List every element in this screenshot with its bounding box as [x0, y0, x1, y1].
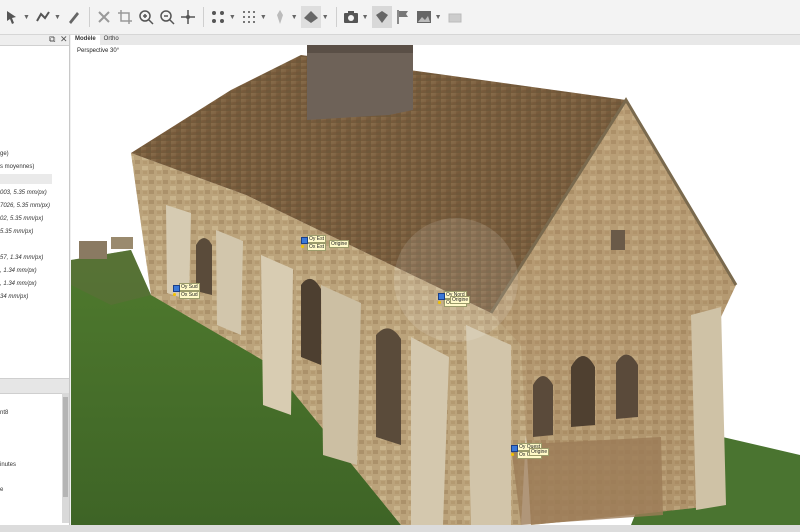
panel-scrollbar[interactable]: [62, 393, 69, 523]
tie-icon[interactable]: [270, 6, 290, 28]
select-icon[interactable]: [2, 6, 22, 28]
move-icon[interactable]: [178, 6, 198, 28]
chevron-down-icon[interactable]: ▼: [54, 14, 61, 21]
scrollbar-thumb[interactable]: [63, 397, 68, 497]
polyline-icon[interactable]: [33, 6, 53, 28]
chevron-down-icon[interactable]: ▼: [291, 14, 298, 21]
marker-pin-icon: [301, 245, 304, 248]
panel-icon[interactable]: [445, 6, 465, 28]
tab-ortho[interactable]: Ortho: [100, 35, 123, 45]
panel-field[interactable]: [0, 174, 52, 184]
zoom-in-icon[interactable]: [136, 6, 156, 28]
marker-icon[interactable]: [371, 6, 392, 28]
chevron-down-icon[interactable]: ▼: [435, 14, 442, 21]
panel-text-line: e: [0, 487, 4, 493]
marker-group-ouest[interactable]: Oy Ouest Ox Ouest Origine: [511, 443, 550, 459]
flag-icon[interactable]: [393, 6, 413, 28]
marker-label: Origine: [450, 296, 471, 304]
flag-icon: [511, 445, 518, 452]
marker-label: Ox Est: [307, 243, 327, 251]
marker-label: Oy Est: [307, 235, 327, 243]
flag-icon: [438, 293, 445, 300]
panel-header: ⧉ ✕: [0, 35, 69, 46]
panel-section-header: [0, 378, 69, 394]
marker-label: Ox Sud: [179, 291, 200, 299]
crop-icon[interactable]: [115, 6, 135, 28]
panel-text-line: 003, 5.35 mm/px): [0, 190, 47, 196]
zoom-out-icon[interactable]: [157, 6, 177, 28]
chevron-down-icon[interactable]: ▼: [322, 14, 329, 21]
status-bar: [0, 525, 800, 532]
marker-pin-icon: [173, 293, 176, 296]
undock-icon[interactable]: ⧉: [49, 35, 55, 45]
camera-icon[interactable]: [341, 6, 361, 28]
panel-text-line: 7026, 5.35 mm/px): [0, 203, 51, 209]
panel-text-line: , 1.34 mm/px): [0, 268, 37, 274]
grid-icon[interactable]: [239, 6, 259, 28]
close-icon[interactable]: [94, 6, 114, 28]
panel-text-line: nt8: [0, 410, 9, 416]
marker-group-est[interactable]: Oy Est Ox Est Origine: [301, 235, 350, 251]
chevron-down-icon[interactable]: ▼: [23, 14, 30, 21]
panel-text-line: 34 mm/px): [0, 294, 29, 300]
marker-label: Oy Sud: [179, 283, 200, 291]
marker-pin-icon: [511, 453, 514, 456]
3d-viewport[interactable]: Perspective 30° Oy Est Ox Est Origine Oy…: [71, 45, 800, 525]
toolbar-divider: [202, 7, 204, 27]
chevron-down-icon[interactable]: ▼: [260, 14, 267, 21]
marker-pin-icon: [438, 301, 441, 304]
marker-group-sud[interactable]: Oy Sud Ox Sud: [173, 283, 200, 299]
panel-text-line: ge): [0, 151, 9, 157]
panel-text-line: 02, 5.35 mm/px): [0, 216, 44, 222]
tab-modele[interactable]: Modèle: [71, 35, 100, 45]
panel-text-line: inutes: [0, 462, 17, 468]
image-icon[interactable]: [414, 6, 434, 28]
toolbar-divider: [88, 7, 90, 27]
main-toolbar: ▼ ▼ ▼ ▼ ▼ ▼ ▼ ▼: [0, 0, 800, 35]
mesh-icon[interactable]: [300, 6, 321, 28]
chevron-down-icon[interactable]: ▼: [362, 14, 369, 21]
panel-text-line: s moyennes): [0, 164, 35, 170]
flag-icon: [301, 237, 308, 244]
chevron-down-icon[interactable]: ▼: [229, 14, 236, 21]
points-icon[interactable]: [208, 6, 228, 28]
draw-icon[interactable]: [64, 6, 84, 28]
flag-icon: [173, 285, 180, 292]
panel-text-line: , 1.34 mm/px): [0, 281, 37, 287]
marker-label: Origine: [329, 240, 350, 248]
panel-text-line: 57, 1.34 mm/px): [0, 255, 44, 261]
close-icon[interactable]: ✕: [60, 35, 68, 45]
marker-group-nord[interactable]: Oy Nord Ox Nord Origine: [438, 291, 471, 307]
toolbar-divider: [335, 7, 337, 27]
panel-text-line: 5.35 mm/px): [0, 229, 34, 235]
perspective-label: Perspective 30°: [77, 48, 120, 54]
left-panel: ⧉ ✕ ge) s moyennes) 003, 5.35 mm/px) 702…: [0, 35, 70, 532]
marker-label: Origine: [529, 448, 550, 456]
